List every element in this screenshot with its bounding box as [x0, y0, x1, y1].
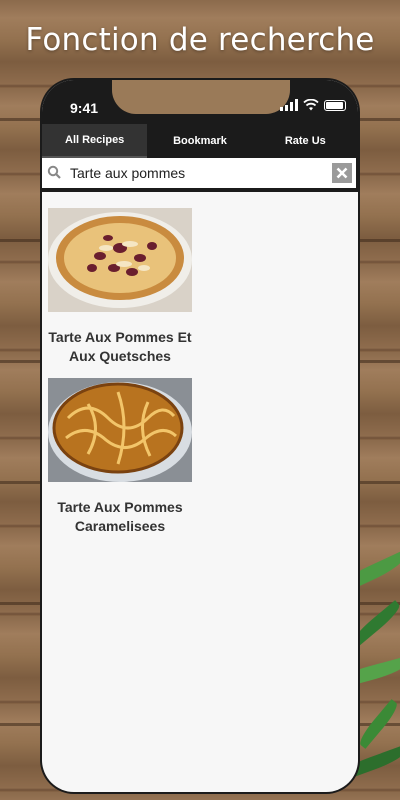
recipe-title[interactable]: Tarte Aux Pommes Caramelisees	[48, 498, 192, 536]
tab-bookmark[interactable]: Bookmark	[147, 124, 252, 158]
search-box	[42, 158, 356, 188]
recipe-image	[48, 378, 192, 482]
phone-frame: 9:41 All Recipes Bookmark Rate Us Tarte …	[40, 78, 360, 794]
battery-icon	[324, 100, 346, 111]
status-bar: 9:41	[42, 80, 358, 124]
tab-bar: All Recipes Bookmark Rate Us	[42, 124, 358, 158]
recipe-card[interactable]: Tarte Aux Pommes Caramelisees	[48, 378, 192, 536]
notch	[112, 80, 290, 114]
recipe-card[interactable]: Tarte Aux Pommes Et Aux Quetsches	[48, 208, 192, 366]
recipe-image	[48, 208, 192, 312]
status-time: 9:41	[70, 100, 99, 116]
app-screen: 9:41 All Recipes Bookmark Rate Us Tarte …	[42, 80, 358, 792]
hero-title: Fonction de recherche	[25, 22, 375, 58]
wifi-icon	[303, 99, 319, 111]
search-icon	[47, 165, 61, 179]
recipe-title[interactable]: Tarte Aux Pommes Et Aux Quetsches	[48, 328, 192, 366]
clear-search-button[interactable]	[332, 163, 352, 183]
search-bar	[42, 158, 358, 192]
signal-icon	[280, 99, 298, 111]
status-icons	[280, 99, 346, 111]
tab-rate-us[interactable]: Rate Us	[253, 124, 358, 158]
tab-all-recipes[interactable]: All Recipes	[42, 124, 148, 158]
results-list: Tarte Aux Pommes Et Aux Quetsches Tarte …	[42, 204, 358, 792]
clear-icon	[336, 167, 348, 179]
search-input[interactable]	[64, 165, 332, 181]
